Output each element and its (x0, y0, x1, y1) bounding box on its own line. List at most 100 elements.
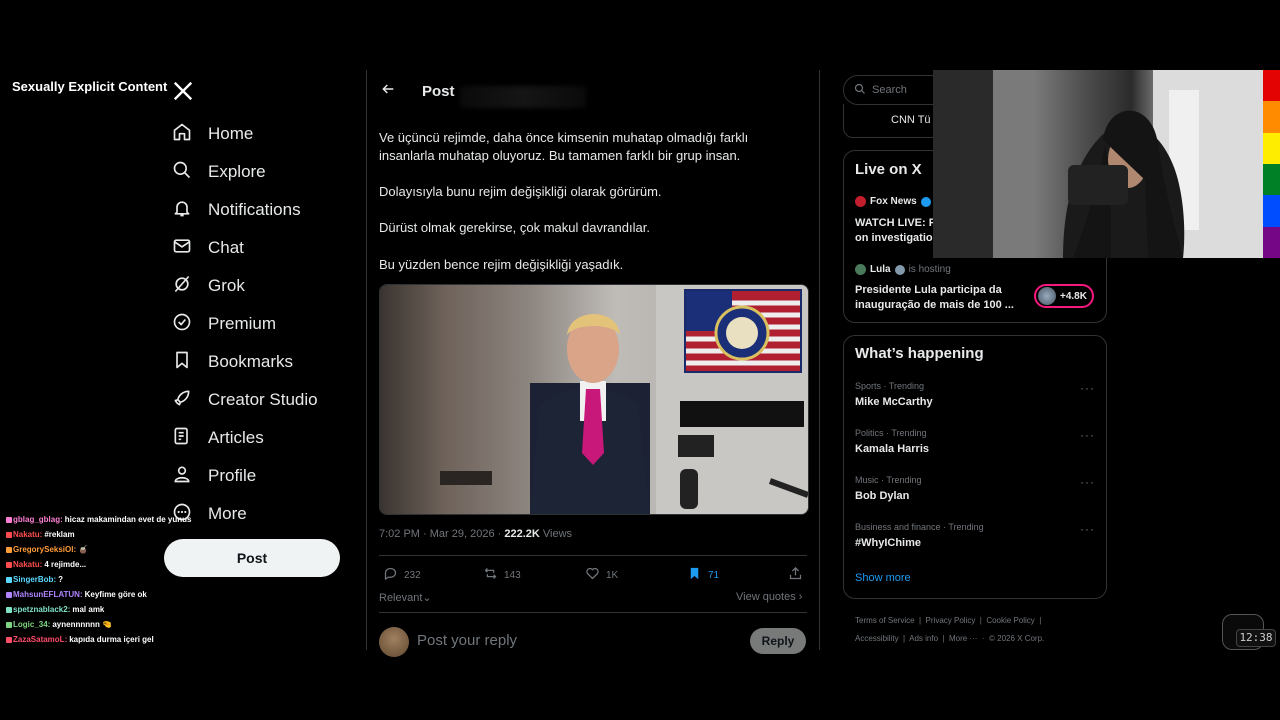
bookmark-filled-icon (687, 566, 702, 584)
x-logo-icon[interactable] (172, 80, 196, 104)
nav-articles-label: Articles (208, 428, 264, 447)
home-icon (172, 122, 192, 147)
divider (379, 612, 807, 613)
live-headline[interactable]: Presidente Lula participa da inauguração… (855, 283, 1014, 313)
nav-notifications[interactable]: Notifications (172, 195, 301, 225)
back-arrow-icon[interactable] (380, 81, 396, 102)
live-source-name: Lula (870, 264, 891, 275)
nav-premium[interactable]: Premium (172, 309, 276, 339)
footer-link[interactable]: Privacy Policy (926, 616, 976, 625)
divider (379, 555, 807, 556)
footer-link[interactable]: Accessibility (855, 634, 899, 643)
reply-button[interactable]: Reply (750, 628, 806, 654)
chat-text: hicaz makamindan evet de yunus (64, 515, 192, 524)
more-options-icon[interactable]: ··· (1080, 522, 1095, 536)
bookmark-stat[interactable]: 71 (687, 566, 719, 584)
trend-item[interactable]: Kamala Harris (855, 443, 929, 455)
trend-item[interactable]: Bob Dylan (855, 490, 909, 502)
chat-username: Nakatu: (13, 560, 43, 569)
rocket-icon (172, 388, 192, 413)
article-icon (172, 426, 192, 451)
post-timestamp: 7:02 PM · Mar 29, 2026 · (379, 528, 505, 540)
webcam-overlay (933, 70, 1263, 258)
footer-link[interactable]: Terms of Service (855, 616, 915, 625)
post-video[interactable] (379, 284, 809, 515)
clock-readout: 12:38 (1236, 629, 1276, 647)
post-paragraph: Dolayısıyla bunu rejim değişikliği olara… (379, 184, 662, 199)
trend-category: Business and finance · Trending (855, 522, 984, 532)
nav-profile-label: Profile (208, 466, 257, 485)
whats-happening-panel (843, 335, 1107, 599)
chat-message: Logic_34: aynennnnnn 🤏 (6, 617, 206, 632)
post-metadata: 7:02 PM · Mar 29, 2026 · 222.2K Views (379, 528, 572, 540)
chat-username: Logic_34: (13, 620, 51, 629)
lula-avatar-icon (855, 264, 866, 275)
show-more-link[interactable]: Show more (855, 572, 911, 584)
share-stat[interactable] (788, 566, 803, 584)
nav-explore-label: Explore (208, 162, 266, 181)
verified-badge-icon (894, 264, 905, 275)
chat-message: spetznablack2: mal amk (6, 602, 206, 617)
nav-profile[interactable]: Profile (172, 461, 256, 491)
blurred-region (460, 86, 586, 108)
views-label: Views (539, 528, 573, 540)
chat-text: Keyfime göre ok (84, 590, 147, 599)
trend-item[interactable]: Mike McCarthy (855, 396, 933, 408)
page-title: Post (422, 82, 455, 100)
live-title: Live on X (855, 161, 922, 178)
mail-icon (172, 236, 192, 261)
listener-count: +4.8K (1060, 290, 1087, 302)
chat-username: Nakatu: (13, 530, 43, 539)
chat-text: 4 rejimde... (44, 560, 87, 569)
nav-bookmarks[interactable]: Bookmarks (172, 347, 293, 377)
chat-badge-icon (6, 606, 12, 613)
bell-icon (172, 198, 192, 223)
footer-link[interactable]: More ··· (949, 634, 977, 643)
live-listener-pill[interactable]: +4.8K (1034, 284, 1094, 308)
repost-stat[interactable]: 143 (483, 566, 521, 584)
live-source-fox[interactable]: Fox News (855, 196, 931, 207)
avatar (1038, 287, 1056, 305)
search-icon (854, 83, 866, 98)
nav-grok[interactable]: Grok (172, 271, 245, 301)
cnn-label: CNN Tü (891, 114, 931, 126)
live-source-lula[interactable]: Lula is hosting (855, 264, 951, 275)
nav-explore[interactable]: Explore (172, 157, 266, 187)
nav-creator-studio[interactable]: Creator Studio (172, 385, 318, 415)
fox-news-icon (855, 196, 866, 207)
nav-chat[interactable]: Chat (172, 233, 244, 263)
trend-category: Music · Trending (855, 475, 922, 485)
chat-message: GregorySeksiOl: 🧉 (6, 542, 206, 557)
more-options-icon[interactable]: ··· (1080, 381, 1095, 395)
nav-home-label: Home (208, 124, 254, 143)
footer-link[interactable]: Cookie Policy (986, 616, 1034, 625)
view-quotes-link[interactable]: View quotes › (736, 591, 802, 603)
nav-home[interactable]: Home (172, 119, 253, 149)
chat-username: ZazaSatamoL: (13, 635, 68, 644)
live-headline-line: Presidente Lula participa da (855, 284, 1002, 296)
footer-link[interactable]: Ads info (909, 634, 938, 643)
trend-item[interactable]: #WhyIChime (855, 537, 921, 549)
premium-icon (172, 312, 192, 337)
chat-text: aynennnnnn 🤏 (52, 620, 113, 629)
more-options-icon[interactable]: ··· (1080, 475, 1095, 489)
nav-grok-label: Grok (208, 276, 245, 295)
reply-input[interactable]: Post your reply (417, 632, 517, 649)
bookmark-icon (172, 350, 192, 375)
like-stat[interactable]: 1K (585, 566, 618, 584)
live-headline[interactable]: WATCH LIVE: F on investigatio (855, 216, 935, 246)
chat-badge-icon (6, 576, 12, 583)
sort-relevant-dropdown[interactable]: Relevant⌄ (379, 591, 432, 604)
person-icon (172, 464, 192, 489)
live-headline-line: WATCH LIVE: F (855, 217, 936, 229)
post-paragraph: Dürüst olmak gerekirse, çok makul davran… (379, 220, 650, 235)
heart-icon (585, 566, 600, 584)
nav-articles[interactable]: Articles (172, 423, 264, 453)
chat-badge-icon (6, 621, 12, 628)
footer-links-row: Terms of Service | Privacy Policy | Cook… (855, 616, 1042, 625)
views-count: 222.2K (504, 528, 540, 540)
reply-count: 232 (404, 569, 421, 581)
reply-stat[interactable]: 232 (383, 566, 421, 584)
more-options-icon[interactable]: ··· (1080, 428, 1095, 442)
nav-notifications-label: Notifications (208, 200, 301, 219)
